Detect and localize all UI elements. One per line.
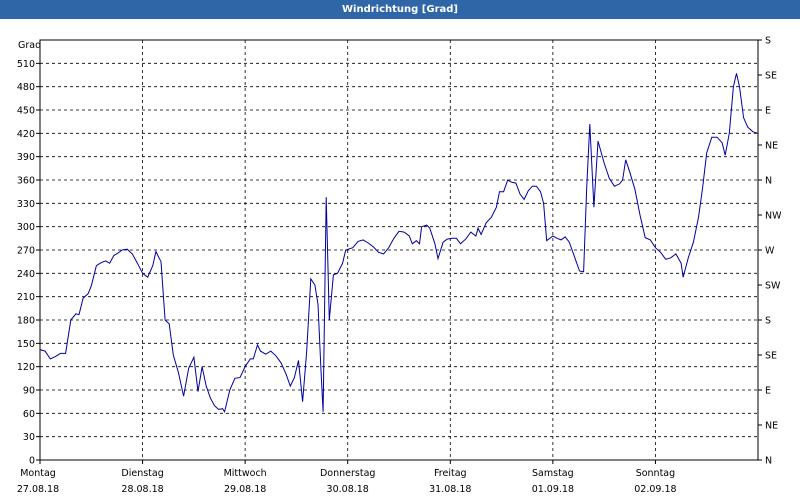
- x-tick-date: 02.09.18: [634, 484, 676, 495]
- chart: 0 30 60 90 120 150 180 210 240 270 300 330 360 390 420…: [17, 36, 782, 496]
- right-tick-label: NW: [765, 211, 782, 222]
- right-tick-label: SE: [765, 71, 777, 82]
- y-tick-label: 120: [17, 362, 35, 373]
- y-tick-label: 360: [17, 176, 35, 187]
- right-tick-label: SE: [765, 351, 777, 362]
- right-tick-label: NE: [765, 421, 778, 432]
- x-tick-day: Donnerstag: [320, 468, 375, 479]
- y-tick-label: 240: [17, 269, 35, 280]
- x-tick-day: Sonntag: [636, 468, 675, 479]
- right-tick-label: W: [765, 246, 775, 257]
- right-tick-label: SW: [765, 281, 781, 292]
- y-tick-label: 450: [17, 106, 35, 117]
- x-tick-date: 01.09.18: [532, 484, 574, 495]
- y-tick-label: 270: [17, 246, 35, 257]
- x-tick-day: Mittwoch: [224, 468, 267, 479]
- right-tick-label: N: [765, 176, 772, 187]
- x-tick-day: Montag: [20, 468, 56, 479]
- y-tick-label: 0: [29, 456, 35, 467]
- y-axis-left: 0 30 60 90 120 150 180 210 240 270 300 330 360 390 420…: [17, 59, 40, 467]
- y-tick-label: 180: [17, 316, 35, 327]
- y-tick-label: 330: [17, 199, 35, 210]
- right-tick-label: S: [765, 36, 771, 47]
- y-tick-label: 300: [17, 222, 35, 233]
- x-tick-day: Dienstag: [121, 468, 163, 479]
- right-tick-label: E: [765, 386, 771, 397]
- x-axis: Montag 27.08.18 Dienstag 28.08.18 Mittwoch 29…: [17, 460, 677, 495]
- right-tick-label: N: [765, 456, 772, 467]
- y-tick-label: 480: [17, 82, 35, 93]
- plot-area: [40, 40, 758, 460]
- x-tick-date: 28.08.18: [121, 484, 163, 495]
- right-tick-label: NE: [765, 141, 778, 152]
- y-tick-label: 60: [23, 409, 35, 420]
- right-tick-label: E: [765, 106, 771, 117]
- x-tick-date: 30.08.18: [327, 484, 369, 495]
- x-tick-date: 29.08.18: [224, 484, 266, 495]
- y-tick-label: 210: [17, 292, 35, 303]
- y-axis-right: N NE E SE S SW W NW N NE E SE S: [758, 36, 782, 467]
- y-tick-label: 510: [17, 59, 35, 70]
- y-axis-label: Grad: [18, 40, 41, 51]
- y-tick-label: 90: [23, 386, 35, 397]
- x-tick-date: 31.08.18: [429, 484, 471, 495]
- x-tick-day: Samstag: [532, 468, 574, 479]
- y-tick-label: 150: [17, 339, 35, 350]
- x-tick-date: 27.08.18: [17, 484, 59, 495]
- y-tick-label: 420: [17, 129, 35, 140]
- x-tick-day: Freitag: [434, 468, 467, 479]
- y-tick-label: 390: [17, 152, 35, 163]
- y-tick-label: 30: [23, 432, 35, 443]
- right-tick-label: S: [765, 316, 771, 327]
